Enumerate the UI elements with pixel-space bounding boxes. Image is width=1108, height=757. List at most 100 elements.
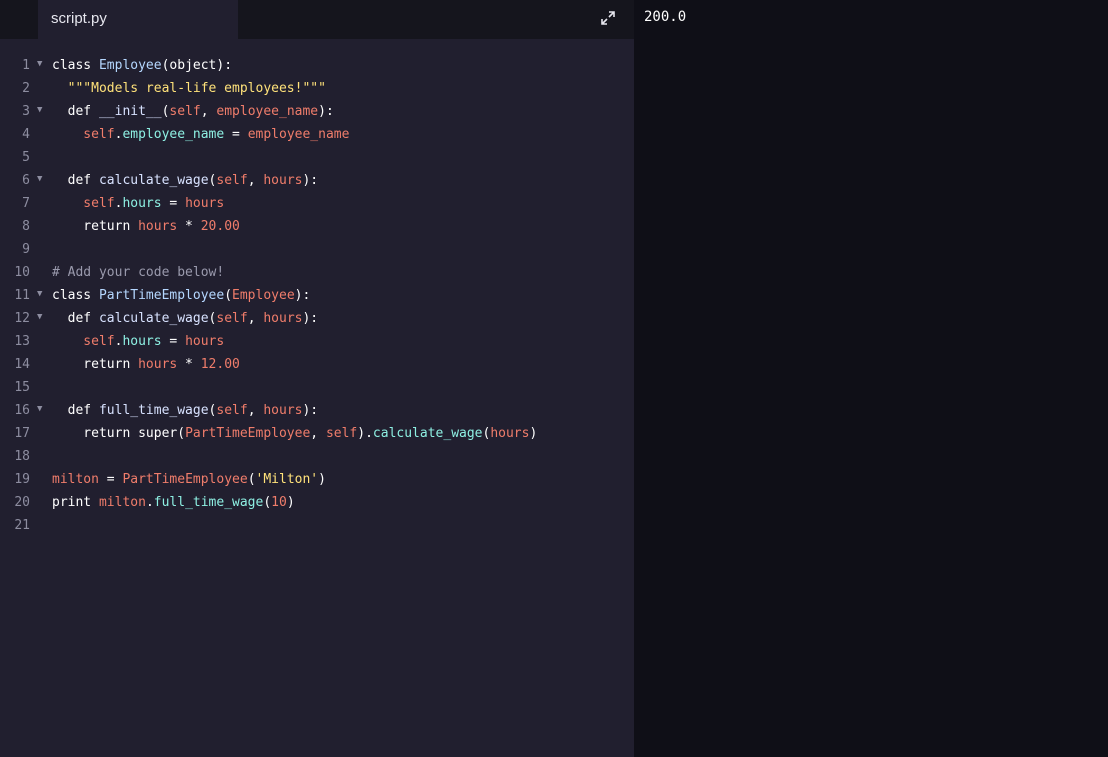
code-text: def __init__(self, employee_name):: [52, 100, 334, 123]
fold-arrow-icon[interactable]: ▼: [37, 100, 42, 121]
line-number: 7: [22, 196, 30, 211]
code-token: 12.00: [200, 357, 240, 372]
code-token: print: [52, 495, 99, 510]
code-token: *: [177, 219, 201, 234]
code-token: employee_name: [247, 127, 350, 142]
code-line[interactable]: 17 return super(PartTimeEmployee, self).…: [0, 422, 634, 445]
code-text: self.hours = hours: [52, 192, 224, 215]
line-number: 20: [14, 495, 30, 510]
fold-arrow-icon[interactable]: ▼: [37, 307, 42, 328]
fold-arrow-icon[interactable]: ▼: [37, 169, 42, 190]
code-line[interactable]: 18: [0, 445, 634, 468]
code-token: hours: [138, 219, 178, 234]
code-token: ):: [318, 104, 334, 119]
console-output: 200.0: [644, 9, 687, 25]
code-text: return super(PartTimeEmployee, self).cal…: [52, 422, 537, 445]
code-line[interactable]: 5: [0, 146, 634, 169]
expand-icon[interactable]: [599, 9, 617, 27]
code-line[interactable]: 4 self.employee_name = employee_name: [0, 123, 634, 146]
code-token: employee_name: [122, 127, 225, 142]
code-token: hours: [185, 334, 225, 349]
code-token: (: [247, 472, 256, 487]
code-token: milton: [52, 472, 99, 487]
code-line[interactable]: 11 ▼ class PartTimeEmployee(Employee):: [0, 284, 634, 307]
code-token: hours: [122, 334, 162, 349]
code-token: self: [52, 196, 115, 211]
code-line[interactable]: 20 print milton.full_time_wage(10): [0, 491, 634, 514]
line-number: 2: [22, 81, 30, 96]
code-token: def: [52, 403, 99, 418]
code-token: __init__: [98, 104, 162, 119]
code-token: return super(: [52, 426, 186, 441]
code-token: (: [224, 288, 233, 303]
code-token: 10: [271, 495, 287, 510]
code-line[interactable]: 19 milton = PartTimeEmployee('Milton'): [0, 468, 634, 491]
code-token: Employee: [232, 288, 295, 303]
line-number: 6: [22, 173, 30, 188]
code-token: ,: [247, 173, 264, 188]
code-token: full_time_wage: [153, 495, 264, 510]
code-line[interactable]: 14 return hours * 12.00: [0, 353, 634, 376]
code-token: =: [98, 472, 123, 487]
code-token: .: [145, 495, 154, 510]
code-text: def full_time_wage(self, hours):: [52, 399, 319, 422]
line-number: 11: [14, 288, 30, 303]
line-number: 1: [22, 58, 30, 73]
code-text: return hours * 20.00: [52, 215, 240, 238]
code-line[interactable]: 21: [0, 514, 634, 537]
code-text: return hours * 12.00: [52, 353, 240, 376]
code-token: =: [161, 196, 186, 211]
code-token: ).: [357, 426, 373, 441]
line-number: 19: [14, 472, 30, 487]
code-line[interactable]: 15: [0, 376, 634, 399]
output-console: 200.0: [634, 0, 1108, 757]
fold-arrow-icon[interactable]: ▼: [37, 284, 42, 305]
fold-arrow-icon[interactable]: ▼: [37, 54, 42, 75]
code-line[interactable]: 2 """Models real-life employees!""": [0, 77, 634, 100]
code-text: def calculate_wage(self, hours):: [52, 169, 319, 192]
workspace: script.py 1 ▼ class Employee(object): 2 """…: [0, 0, 1108, 757]
code-text: # Add your code below!: [52, 261, 224, 284]
code-token: ):: [302, 403, 319, 418]
code-token: calculate_wage: [98, 173, 209, 188]
code-text: print milton.full_time_wage(10): [52, 491, 295, 514]
code-text: milton = PartTimeEmployee('Milton'): [52, 468, 326, 491]
code-token: milton: [98, 495, 146, 510]
line-number: 14: [14, 357, 30, 372]
code-token: Employee: [98, 58, 162, 73]
tab-script-py[interactable]: script.py: [38, 0, 238, 39]
fold-arrow-icon[interactable]: ▼: [37, 399, 42, 420]
code-token: (: [263, 495, 272, 510]
code-line[interactable]: 1 ▼ class Employee(object):: [0, 54, 634, 77]
code-line[interactable]: 10 # Add your code below!: [0, 261, 634, 284]
code-token: self: [216, 173, 248, 188]
code-token: return: [52, 357, 139, 372]
code-line[interactable]: 9: [0, 238, 634, 261]
line-number: 10: [14, 265, 30, 280]
code-token: self: [216, 311, 248, 326]
code-line[interactable]: 7 self.hours = hours: [0, 192, 634, 215]
code-token: hours: [263, 403, 303, 418]
code-line[interactable]: 8 return hours * 20.00: [0, 215, 634, 238]
code-line[interactable]: 16 ▼ def full_time_wage(self, hours):: [0, 399, 634, 422]
code-line[interactable]: 6 ▼ def calculate_wage(self, hours):: [0, 169, 634, 192]
code-line[interactable]: 3 ▼ def __init__(self, employee_name):: [0, 100, 634, 123]
code-text: class Employee(object):: [52, 54, 232, 77]
code-token: self: [325, 426, 358, 441]
code-token: ,: [200, 104, 217, 119]
code-token: PartTimeEmployee: [122, 472, 248, 487]
line-number: 21: [14, 518, 30, 533]
code-area[interactable]: 1 ▼ class Employee(object): 2 """Models rea…: [0, 54, 634, 537]
line-number: 16: [14, 403, 30, 418]
code-token: def: [52, 311, 99, 326]
code-text: class PartTimeEmployee(Employee):: [52, 284, 310, 307]
code-text: self.employee_name = employee_name: [52, 123, 349, 146]
code-token: def: [52, 173, 99, 188]
code-token: return: [52, 219, 139, 234]
code-token: class: [52, 58, 99, 73]
code-token: self: [52, 334, 115, 349]
code-line[interactable]: 12 ▼ def calculate_wage(self, hours):: [0, 307, 634, 330]
code-token: ):: [294, 288, 311, 303]
code-token: class: [52, 288, 99, 303]
code-line[interactable]: 13 self.hours = hours: [0, 330, 634, 353]
